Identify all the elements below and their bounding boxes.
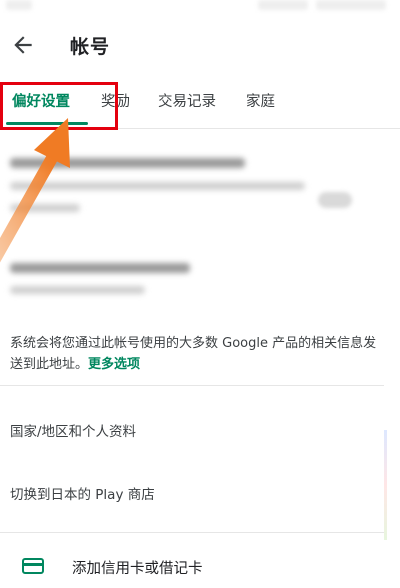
page-title: 帐号 — [70, 36, 111, 58]
credit-card-icon — [22, 558, 44, 574]
divider — [0, 532, 384, 533]
arrow-shaft — [0, 152, 58, 263]
tab-order-history[interactable]: 交易记录 — [158, 90, 216, 111]
blurred-setting-title — [10, 158, 245, 168]
info-paragraph: 系统会将您通过此帐号使用的大多数 Google 产品的相关信息发送到此地址。更多… — [10, 333, 380, 375]
back-arrow-icon[interactable] — [10, 32, 36, 58]
status-left-blur — [6, 0, 32, 10]
blurred-toggle[interactable] — [318, 192, 352, 208]
switch-store-item[interactable]: 切换到日本的 Play 商店 — [10, 483, 155, 503]
edge-shadow — [384, 430, 387, 540]
account-page: 帐号 偏好设置 奖励 交易记录 家庭 系统会将您通过此帐号使用的大多数 Goog… — [0, 0, 400, 588]
status-right-blur-2 — [316, 0, 386, 10]
status-right-blur-1 — [258, 0, 308, 10]
country-profile-item[interactable]: 国家/地区和个人资料 — [10, 420, 136, 440]
blurred-setting-desc-2 — [10, 204, 80, 212]
tab-family[interactable]: 家庭 — [246, 90, 275, 111]
blurred-email-desc — [10, 286, 145, 294]
more-options-link[interactable]: 更多选项 — [88, 357, 140, 372]
divider — [0, 385, 384, 386]
app-bar: 帐号 — [0, 22, 400, 72]
status-bar — [0, 0, 400, 18]
add-card-row[interactable]: 添加信用卡或借记卡 — [0, 552, 384, 584]
blurred-email — [10, 263, 190, 273]
blurred-setting-desc-1 — [10, 182, 305, 190]
info-text: 系统会将您通过此帐号使用的大多数 Google 产品的相关信息发送到此地址。 — [10, 336, 377, 372]
add-card-label[interactable]: 添加信用卡或借记卡 — [72, 557, 203, 578]
highlight-box — [0, 82, 118, 130]
